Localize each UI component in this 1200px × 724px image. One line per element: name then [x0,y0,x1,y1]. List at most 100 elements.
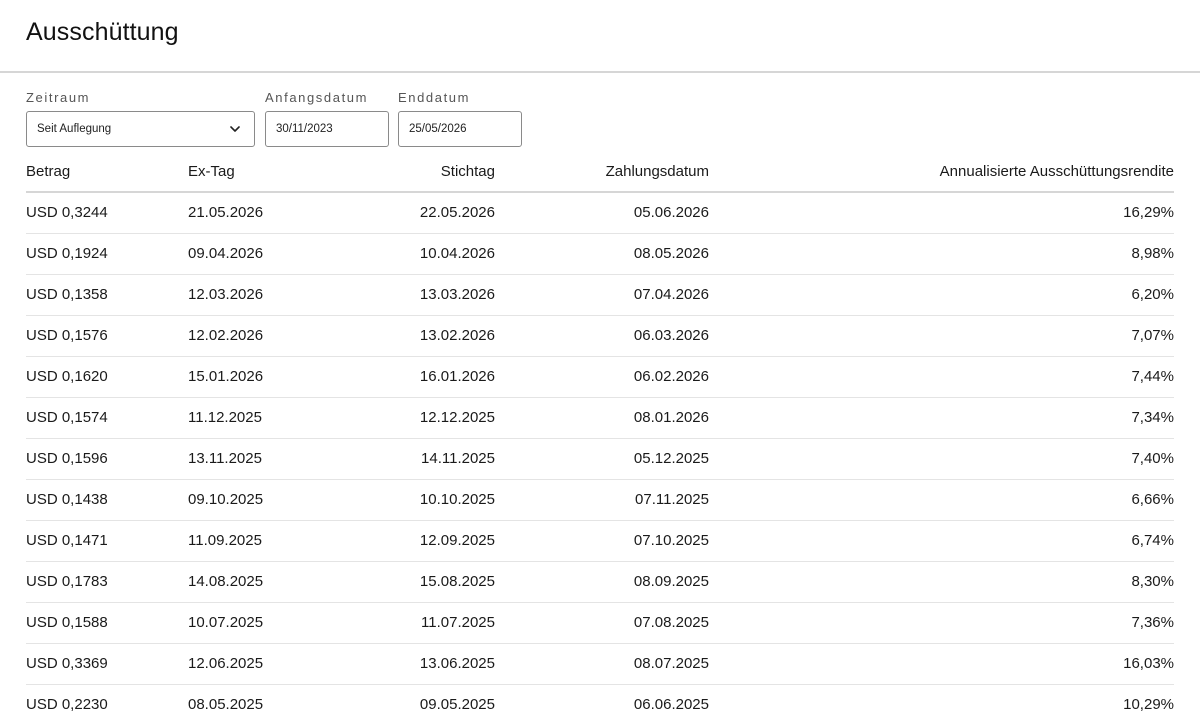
cell-stichtag: 14.11.2025 [348,438,495,480]
end-date-label: Enddatum [398,90,471,105]
cell-zahlungsdatum: 05.06.2026 [495,192,709,234]
cell-ex-tag: 11.09.2025 [188,520,348,562]
cell-rendite: 6,20% [709,274,1174,316]
cell-zahlungsdatum: 07.10.2025 [495,520,709,562]
table-row: USD 0,1783 14.08.2025 15.08.2025 08.09.2025… [26,561,1174,603]
table-row: USD 0,1924 09.04.2026 10.04.2026 08.05.2026… [26,233,1174,275]
cell-ex-tag: 12.02.2026 [188,315,348,357]
cell-ex-tag: 12.03.2026 [188,274,348,316]
cell-stichtag: 12.12.2025 [348,397,495,439]
page-title: Ausschüttung [26,18,179,46]
cell-rendite: 7,44% [709,356,1174,398]
start-date-filter: Anfangsdatum 30/11/2023 [265,90,389,147]
cell-betrag: USD 0,1596 [26,438,188,480]
table-body: USD 0,3244 21.05.2026 22.05.2026 05.06.2026… [26,192,1174,724]
title-divider [0,71,1200,73]
cell-ex-tag: 08.05.2025 [188,696,264,714]
table-row: USD 0,1438 09.10.2025 10.10.2025 07.11.2025… [26,479,1174,521]
cell-stichtag: 10.04.2026 [348,233,495,275]
distribution-table: Betrag Ex-Tag Stichtag Zahlungsdatum Ann… [26,151,1174,724]
cell-rendite: 6,66% [709,479,1174,521]
zeitraum-select[interactable]: Seit Auflegung [26,111,255,147]
cell-rendite: 8,30% [709,561,1174,603]
cell-ex-tag: 12.06.2025 [188,643,348,685]
cell-zahlungsdatum: 08.01.2026 [495,397,709,439]
cell-rendite: 7,07% [709,315,1174,357]
table-row: USD 0,3244 21.05.2026 22.05.2026 05.06.2026… [26,192,1174,234]
end-date-value: 25/05/2026 [409,123,467,135]
table-header-row: Betrag Ex-Tag Stichtag Zahlungsdatum Ann… [26,151,1174,193]
cell-betrag: USD 0,1620 [26,356,188,398]
chevron-down-icon [230,126,240,132]
cell-stichtag: 22.05.2026 [348,192,495,234]
cell-stichtag: 09.05.2025 [419,696,495,714]
table-row: USD 0,3369 12.06.2025 13.06.2025 08.07.2025… [26,643,1174,685]
cell-zahlungsdatum: 06.03.2026 [495,315,709,357]
end-date-filter: Enddatum 25/05/2026 [398,90,522,147]
start-date-value: 30/11/2023 [276,123,333,135]
cell-zahlungsdatum: 08.09.2025 [495,561,709,603]
table-row: USD 0,1596 13.11.2025 14.11.2025 05.12.2025… [26,438,1174,480]
cell-stichtag: 16.01.2026 [348,356,495,398]
cell-ex-tag: 10.07.2025 [188,602,348,644]
cell-betrag: USD 0,2230 [26,696,108,714]
cell-ex-tag: 21.05.2026 [188,192,348,234]
cell-zahlungsdatum: 05.12.2025 [495,438,709,480]
cell-betrag: USD 0,3244 [26,192,188,234]
table-row: USD 0,1588 10.07.2025 11.07.2025 07.08.2025… [26,602,1174,644]
header-stichtag: Stichtag [348,151,495,193]
cell-betrag: USD 0,1924 [26,233,188,275]
zeitraum-label: Zeitraum [26,90,91,105]
cell-betrag: USD 0,1471 [26,520,188,562]
header-rendite: Annualisierte Ausschüttungsrendite [709,151,1174,193]
cell-zahlungsdatum: 07.04.2026 [495,274,709,316]
table-row: USD 0,1574 11.12.2025 12.12.2025 08.01.2026… [26,397,1174,439]
cell-ex-tag: 11.12.2025 [188,397,348,439]
cell-ex-tag: 14.08.2025 [188,561,348,603]
cell-zahlungsdatum: 06.02.2026 [495,356,709,398]
cell-rendite: 16,03% [709,643,1174,685]
zeitraum-filter: Zeitraum Seit Auflegung [26,90,255,147]
start-date-label: Anfangsdatum [265,90,369,105]
cell-zahlungsdatum: 08.05.2026 [495,233,709,275]
cell-stichtag: 10.10.2025 [348,479,495,521]
table-row: USD 0,1358 12.03.2026 13.03.2026 07.04.2026… [26,274,1174,316]
cell-stichtag: 11.07.2025 [348,602,495,644]
cell-stichtag: 15.08.2025 [348,561,495,603]
cell-stichtag: 13.03.2026 [348,274,495,316]
cell-betrag: USD 0,1576 [26,315,188,357]
cell-betrag: USD 0,1574 [26,397,188,439]
cell-rendite: 6,74% [709,520,1174,562]
cell-rendite: 8,98% [709,233,1174,275]
cell-zahlungsdatum: 07.11.2025 [495,479,709,521]
table-row: USD 0,1471 11.09.2025 12.09.2025 07.10.2025… [26,520,1174,562]
header-ex-tag: Ex-Tag [188,151,348,193]
cell-betrag: USD 0,1783 [26,561,188,603]
cell-stichtag: 13.06.2025 [348,643,495,685]
header-betrag: Betrag [26,151,188,193]
cell-rendite: 7,40% [709,438,1174,480]
cell-zahlungsdatum: 07.08.2025 [495,602,709,644]
cell-betrag: USD 0,1438 [26,479,188,521]
cell-stichtag: 12.09.2025 [348,520,495,562]
cell-rendite: 7,34% [709,397,1174,439]
cell-rendite: 16,29% [709,192,1174,234]
zeitraum-value: Seit Auflegung [37,123,112,135]
cell-betrag: USD 0,1588 [26,602,188,644]
cell-rendite: 10,29% [1123,696,1174,714]
cell-betrag: USD 0,1358 [26,274,188,316]
cell-stichtag: 13.02.2026 [348,315,495,357]
start-date-input[interactable]: 30/11/2023 [265,111,389,147]
table-row: USD 0,1620 15.01.2026 16.01.2026 06.02.2026… [26,356,1174,398]
cell-zahlungsdatum: 06.06.2025 [633,696,709,714]
cell-rendite: 7,36% [709,602,1174,644]
cell-ex-tag: 13.11.2025 [188,438,348,480]
cell-zahlungsdatum: 08.07.2025 [495,643,709,685]
cell-ex-tag: 15.01.2026 [188,356,348,398]
table-row: USD 0,2230 08.05.2025 09.05.2025 06.06.2025… [26,684,1174,724]
cell-betrag: USD 0,3369 [26,643,188,685]
table-row: USD 0,1576 12.02.2026 13.02.2026 06.03.2026… [26,315,1174,357]
header-zahlungsdatum: Zahlungsdatum [495,151,709,193]
cell-ex-tag: 09.04.2026 [188,233,348,275]
end-date-input[interactable]: 25/05/2026 [398,111,522,147]
